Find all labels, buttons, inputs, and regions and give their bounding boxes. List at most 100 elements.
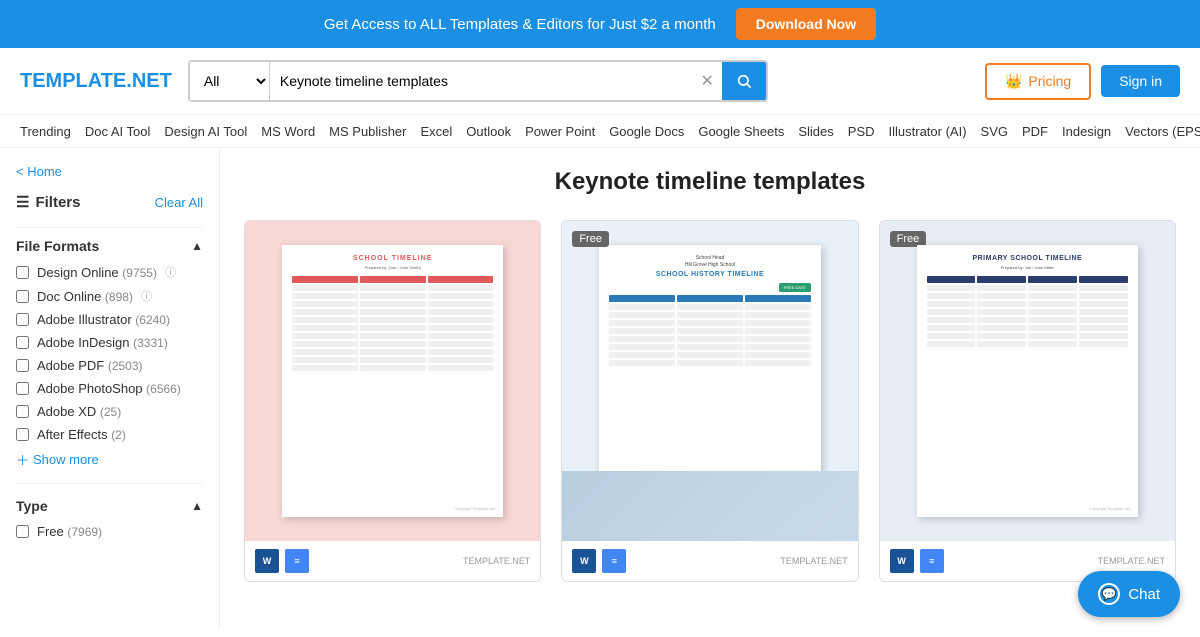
filter-after-effects-label: After Effects (2): [37, 427, 126, 442]
mock-table-3: [927, 276, 1129, 347]
mock-title-3: PRIMARY SCHOOL TIMELINE: [927, 255, 1129, 262]
filter-doc-online-checkbox[interactable]: [16, 290, 29, 303]
card-image-3: PRIMARY SCHOOL TIMELINE Prepared by: Job…: [880, 221, 1175, 541]
mock-table-1: [292, 276, 493, 371]
filter-adobe-illustrator[interactable]: Adobe Illustrator (6240): [16, 312, 203, 327]
filter-adobe-photoshop-checkbox[interactable]: [16, 382, 29, 395]
card-watermark-3: TEMPLATE.NET: [1098, 556, 1165, 566]
nav-vectors[interactable]: Vectors (EPS): [1125, 124, 1200, 139]
filter-adobe-pdf-checkbox[interactable]: [16, 359, 29, 372]
card-image-1: SCHOOL TIMELINE Prepared by: [Job / John…: [245, 221, 540, 541]
nav-illustrator[interactable]: Illustrator (AI): [889, 124, 967, 139]
type-header: Type ▲: [16, 498, 203, 514]
mock-title-2: SCHOOL HISTORY TIMELINE: [609, 271, 810, 278]
header: TEMPLATE.NET All ✕ 👑 Pricing Sign in: [0, 48, 1200, 115]
type-label: Type: [16, 498, 48, 514]
logo-main: TEMPLATE: [20, 70, 126, 92]
filter-doc-online-label: Doc Online (898): [37, 289, 133, 304]
download-button[interactable]: Download Now: [736, 8, 876, 40]
nav-doc-ai-tool[interactable]: Doc AI Tool: [85, 124, 151, 139]
filter-adobe-xd[interactable]: Adobe XD (25): [16, 404, 203, 419]
clear-all-button[interactable]: Clear All: [155, 195, 203, 210]
card-footer-1: W ≡ TEMPLATE.NET: [245, 541, 540, 581]
filter-design-online-checkbox[interactable]: [16, 266, 29, 279]
nav-design-ai-tool[interactable]: Design AI Tool: [164, 124, 247, 139]
sidebar: < Home ☰ Filters Clear All File Formats …: [0, 148, 220, 629]
pricing-button[interactable]: 👑 Pricing: [985, 63, 1091, 100]
filter-free-label: Free (7969): [37, 524, 102, 539]
card-icons-2: W ≡: [572, 549, 626, 573]
nav-svg[interactable]: SVG: [981, 124, 1008, 139]
show-more-label: Show more: [33, 452, 99, 467]
nav-pdf[interactable]: PDF: [1022, 124, 1048, 139]
type-toggle[interactable]: ▲: [191, 499, 203, 513]
filter-doc-online[interactable]: Doc Online (898) ⓘ: [16, 288, 203, 304]
search-bar: All ✕: [188, 60, 768, 102]
nav-google-sheets[interactable]: Google Sheets: [698, 124, 784, 139]
filter-after-effects[interactable]: After Effects (2): [16, 427, 203, 442]
template-card-2[interactable]: Free School Head Hill Grove High School …: [561, 220, 858, 582]
filter-adobe-photoshop[interactable]: Adobe PhotoShop (6566): [16, 381, 203, 396]
word-icon-3: W: [890, 549, 914, 573]
search-input[interactable]: [270, 62, 693, 100]
chat-button[interactable]: 💬 Chat: [1078, 571, 1180, 617]
plus-icon: ＋: [16, 450, 29, 469]
filter-icon: ☰: [16, 193, 29, 211]
filter-adobe-xd-label: Adobe XD (25): [37, 404, 121, 419]
file-formats-label: File Formats: [16, 238, 99, 254]
pricing-icon: 👑: [1005, 73, 1022, 90]
signin-button[interactable]: Sign in: [1101, 65, 1180, 97]
filter-free[interactable]: Free (7969): [16, 524, 203, 539]
logo-suffix: .NET: [126, 70, 172, 92]
pricing-label: Pricing: [1028, 73, 1071, 89]
search-clear-button[interactable]: ✕: [692, 71, 721, 91]
chat-label: Chat: [1128, 586, 1160, 603]
filter-adobe-illustrator-checkbox[interactable]: [16, 313, 29, 326]
template-card-1[interactable]: SCHOOL TIMELINE Prepared by: [Job / John…: [244, 220, 541, 582]
nav-google-docs[interactable]: Google Docs: [609, 124, 684, 139]
filter-after-effects-checkbox[interactable]: [16, 428, 29, 441]
nav-excel[interactable]: Excel: [420, 124, 452, 139]
filter-design-online[interactable]: Design Online (9755) ⓘ: [16, 264, 203, 280]
nav-trending[interactable]: Trending: [20, 124, 71, 139]
banner-text: Get Access to ALL Templates & Editors fo…: [324, 16, 716, 33]
filter-adobe-pdf[interactable]: Adobe PDF (2503): [16, 358, 203, 373]
show-more-button[interactable]: ＋ Show more: [16, 450, 203, 469]
template-card-3[interactable]: Free PRIMARY SCHOOL TIMELINE Prepared by…: [879, 220, 1176, 582]
filter-doc-online-info[interactable]: ⓘ: [141, 288, 152, 304]
back-home-link[interactable]: < Home: [16, 164, 203, 179]
filter-adobe-indesign[interactable]: Adobe InDesign (3331): [16, 335, 203, 350]
filter-adobe-xd-checkbox[interactable]: [16, 405, 29, 418]
filter-adobe-indesign-checkbox[interactable]: [16, 336, 29, 349]
page-title: Keynote timeline templates: [244, 168, 1176, 196]
filter-adobe-photoshop-label: Adobe PhotoShop (6566): [37, 381, 181, 396]
nav-indesign[interactable]: Indesign: [1062, 124, 1111, 139]
type-section: Type ▲ Free (7969): [16, 498, 203, 539]
filter-free-checkbox[interactable]: [16, 525, 29, 538]
filters-header: ☰ Filters Clear All: [16, 193, 203, 211]
card-icons-1: W ≡: [255, 549, 309, 573]
nav-bar: Trending Doc AI Tool Design AI Tool MS W…: [0, 115, 1200, 148]
file-formats-toggle[interactable]: ▲: [191, 239, 203, 253]
divider-1: [16, 227, 203, 228]
main-layout: < Home ☰ Filters Clear All File Formats …: [0, 148, 1200, 629]
nav-ms-word[interactable]: MS Word: [261, 124, 315, 139]
filter-design-online-info[interactable]: ⓘ: [165, 264, 176, 280]
card-watermark-1: TEMPLATE.NET: [463, 556, 530, 566]
nav-powerpoint[interactable]: Power Point: [525, 124, 595, 139]
search-icon: [736, 73, 752, 89]
search-button[interactable]: [722, 62, 766, 100]
search-category-select[interactable]: All: [190, 62, 270, 100]
word-icon-1: W: [255, 549, 279, 573]
mock-doc-1: SCHOOL TIMELINE Prepared by: [Job / John…: [282, 245, 503, 517]
card-image-2: School Head Hill Grove High School SCHOO…: [562, 221, 857, 541]
mock-title-1: SCHOOL TIMELINE: [292, 255, 493, 262]
nav-outlook[interactable]: Outlook: [466, 124, 511, 139]
docs-icon-1: ≡: [285, 549, 309, 573]
nav-slides[interactable]: Slides: [798, 124, 833, 139]
filters-title: ☰ Filters: [16, 193, 80, 211]
filter-adobe-pdf-label: Adobe PDF (2503): [37, 358, 143, 373]
filter-adobe-indesign-label: Adobe InDesign (3331): [37, 335, 168, 350]
nav-psd[interactable]: PSD: [848, 124, 875, 139]
nav-ms-publisher[interactable]: MS Publisher: [329, 124, 406, 139]
